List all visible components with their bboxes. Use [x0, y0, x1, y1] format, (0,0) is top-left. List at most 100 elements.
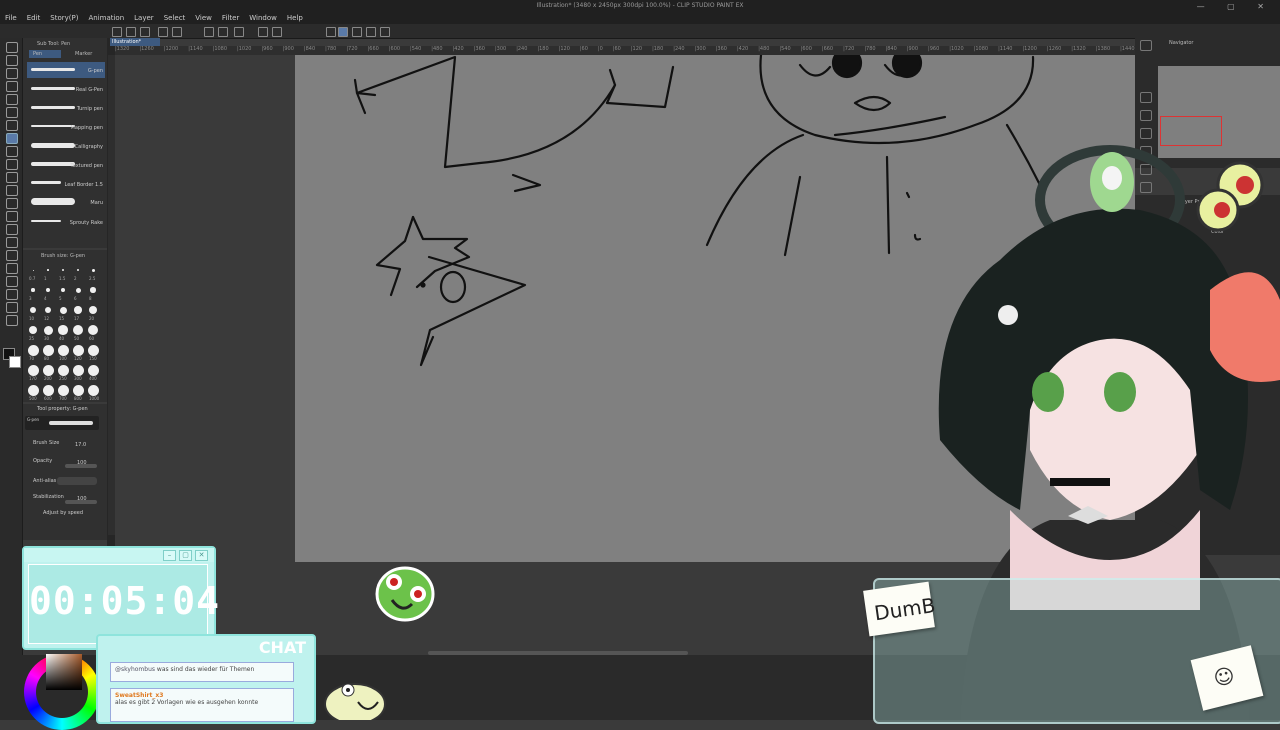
- figure-icon[interactable]: [6, 250, 18, 261]
- brush-size-dot[interactable]: [87, 344, 99, 356]
- brush-size-dot[interactable]: [28, 325, 38, 335]
- sub-color-swatch[interactable]: [9, 356, 21, 368]
- minimize-icon[interactable]: –: [163, 550, 176, 561]
- brush-label: Textured pen: [70, 163, 104, 169]
- brush-size-label: 60: [89, 336, 95, 341]
- brush-size-dot[interactable]: [73, 325, 83, 335]
- brush-size-dot[interactable]: [42, 384, 54, 396]
- ruler-icon[interactable]: [6, 276, 18, 287]
- ruler-snap-icon[interactable]: [272, 27, 282, 37]
- brush-size-value[interactable]: 17.0: [75, 442, 86, 448]
- brush-size-dot[interactable]: [43, 325, 53, 335]
- brush-size-dot[interactable]: [46, 288, 50, 292]
- brush-size-dot[interactable]: [91, 268, 95, 272]
- close-icon[interactable]: ✕: [195, 550, 208, 561]
- brush-size-dot[interactable]: [57, 344, 69, 356]
- brush-item[interactable]: Sprouty Rake: [27, 214, 105, 230]
- open-file-icon[interactable]: [126, 27, 136, 37]
- canvas-scrollbar[interactable]: [428, 651, 688, 655]
- correct-line-icon[interactable]: [6, 315, 18, 326]
- grid-icon[interactable]: [366, 27, 376, 37]
- tab-marker[interactable]: Marker: [75, 50, 92, 58]
- brush-size-dot[interactable]: [27, 344, 39, 356]
- brush-size-dot[interactable]: [72, 384, 84, 396]
- pen-tool-icon[interactable]: [6, 133, 18, 144]
- airbrush-icon[interactable]: [6, 172, 18, 183]
- redo-icon[interactable]: [218, 27, 228, 37]
- saturation-square[interactable]: [46, 654, 82, 690]
- brush-tool-icon[interactable]: [6, 159, 18, 170]
- brush-size-dot[interactable]: [87, 384, 99, 396]
- zoom-tool-icon[interactable]: [6, 42, 18, 53]
- brush-size-dot[interactable]: [27, 364, 39, 376]
- brush-size-dot[interactable]: [74, 306, 82, 314]
- pencil-tool-icon[interactable]: [6, 146, 18, 157]
- fill-tool-icon[interactable]: [6, 224, 18, 235]
- selection-icon[interactable]: [6, 94, 18, 105]
- brush-size-dot[interactable]: [42, 344, 54, 356]
- window-controls[interactable]: — ▢ ✕: [1197, 2, 1274, 11]
- brush-size-dot[interactable]: [87, 364, 99, 376]
- canvas-tab[interactable]: Illustration*: [110, 38, 160, 46]
- brush-size-dot[interactable]: [72, 344, 84, 356]
- navigator-icon[interactable]: [1140, 40, 1152, 51]
- blend-icon[interactable]: [6, 211, 18, 222]
- undo-icon[interactable]: [204, 27, 214, 37]
- brush-size-dot[interactable]: [90, 287, 96, 293]
- brush-size-dot[interactable]: [30, 307, 36, 313]
- stabilization-value[interactable]: 100: [77, 496, 87, 502]
- decoration-icon[interactable]: [6, 185, 18, 196]
- snap-icon[interactable]: [258, 27, 268, 37]
- maximize-icon[interactable]: ▢: [179, 550, 192, 561]
- text-tool-icon[interactable]: [6, 289, 18, 300]
- move-layer-icon[interactable]: [6, 81, 18, 92]
- brush-size-dot[interactable]: [75, 287, 81, 293]
- brush-size-dot[interactable]: [42, 364, 54, 376]
- brush-size-dot[interactable]: [27, 384, 39, 396]
- brush-item[interactable]: Leaf Border 1.5: [27, 176, 105, 192]
- color-wheel[interactable]: [22, 650, 102, 730]
- brush-item[interactable]: G-pen: [27, 62, 105, 78]
- brush-size-dot[interactable]: [59, 306, 67, 314]
- brush-size-dot[interactable]: [89, 306, 97, 314]
- brush-item[interactable]: Maru: [27, 194, 105, 210]
- tab-pen[interactable]: Pen: [29, 50, 61, 58]
- balloon-icon[interactable]: [6, 302, 18, 313]
- brush-size-dot[interactable]: [60, 287, 66, 293]
- opacity-value[interactable]: 100: [77, 460, 87, 466]
- brush-item[interactable]: Textured pen: [27, 157, 105, 173]
- hand-tool-icon[interactable]: [6, 55, 18, 66]
- settings-icon[interactable]: [380, 27, 390, 37]
- brush-item[interactable]: Mapping pen: [27, 119, 105, 135]
- auto-select-icon[interactable]: [6, 107, 18, 118]
- brush-item[interactable]: Real G-Pen: [27, 81, 105, 97]
- eraser-icon[interactable]: [6, 198, 18, 209]
- brush-item[interactable]: Calligraphy: [27, 138, 105, 154]
- brush-size-dot[interactable]: [47, 269, 49, 271]
- brush-size-dot[interactable]: [87, 324, 99, 336]
- brush-size-dot[interactable]: [57, 384, 69, 396]
- brush-size-dot[interactable]: [72, 364, 84, 376]
- frame-icon[interactable]: [6, 263, 18, 274]
- transform-icon[interactable]: [234, 27, 244, 37]
- fill-icon[interactable]: [172, 27, 182, 37]
- active-pen-icon[interactable]: [338, 27, 348, 37]
- brush-size-dot[interactable]: [62, 269, 64, 271]
- adjust-speed-label[interactable]: Adjust by speed: [43, 510, 83, 516]
- gradient-icon[interactable]: [6, 237, 18, 248]
- brush-size-dot[interactable]: [76, 268, 80, 272]
- new-file-icon[interactable]: [112, 27, 122, 37]
- brush-icon[interactable]: [352, 27, 362, 37]
- save-icon[interactable]: [140, 27, 150, 37]
- brush-size-dot[interactable]: [57, 364, 69, 376]
- brush-size-dot[interactable]: [44, 306, 52, 314]
- clear-icon[interactable]: [158, 27, 168, 37]
- operation-tool-icon[interactable]: [6, 68, 18, 79]
- brush-size-dot[interactable]: [58, 325, 68, 335]
- eyedropper-icon[interactable]: [6, 120, 18, 131]
- anti-alias-selector[interactable]: [57, 477, 97, 485]
- brush-size-dot[interactable]: [32, 269, 34, 271]
- brush-item[interactable]: Turnip pen: [27, 100, 105, 116]
- brush-size-dot[interactable]: [31, 288, 35, 292]
- pen-pressure-icon[interactable]: [326, 27, 336, 37]
